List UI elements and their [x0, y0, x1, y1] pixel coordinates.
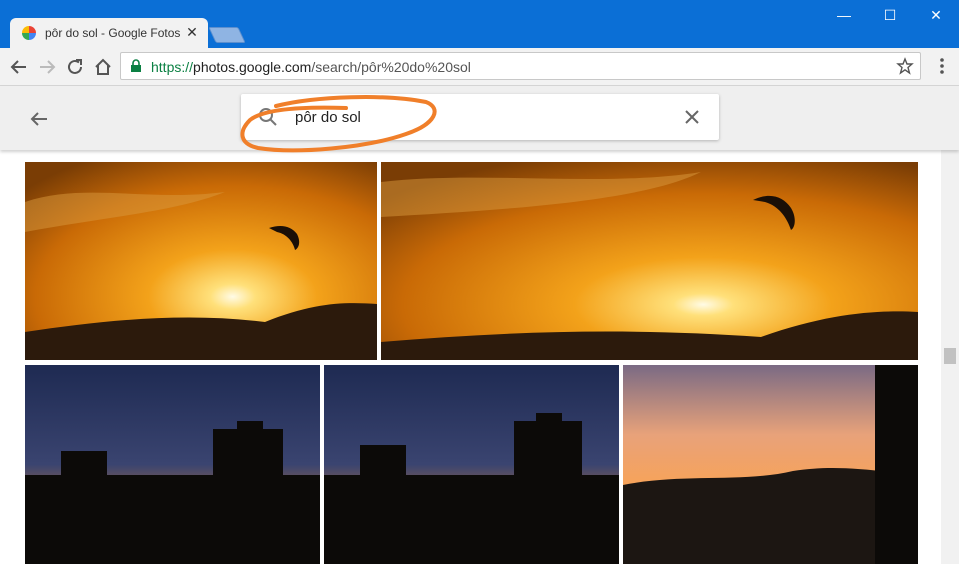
minimize-button[interactable]: —	[821, 0, 867, 30]
close-icon[interactable]	[681, 106, 703, 128]
photo-sunset-bird-1[interactable]	[25, 162, 377, 360]
url-scheme: https://	[151, 59, 194, 75]
lock-icon	[131, 59, 141, 72]
search-icon[interactable]	[257, 106, 279, 128]
back-icon[interactable]	[6, 54, 32, 80]
close-window-button[interactable]: ✕	[913, 0, 959, 30]
address-bar[interactable]: https://photos.google.com/search/pôr%20d…	[120, 52, 921, 80]
photo-sunset-bird-2[interactable]	[381, 162, 918, 360]
city-dusk-image	[25, 365, 320, 564]
reload-icon[interactable]	[62, 54, 88, 80]
page-scrollbar[interactable]	[941, 150, 959, 564]
browser-tab[interactable]: pôr do sol - Google Fotos ✕	[10, 18, 208, 48]
url-host: photos.google.com	[193, 59, 312, 75]
tab-close-button[interactable]: ✕	[184, 23, 200, 41]
new-tab-button[interactable]	[208, 27, 246, 43]
forward-icon[interactable]	[34, 54, 60, 80]
photo-grid	[0, 150, 959, 564]
search-box[interactable]	[241, 94, 719, 140]
maximize-button[interactable]: ☐	[867, 0, 913, 30]
sunset-bird-image	[25, 162, 377, 360]
arrow-back-icon[interactable]	[26, 106, 52, 132]
app-header	[0, 86, 959, 150]
window-titlebar: pôr do sol - Google Fotos ✕ — ☐ ✕	[0, 0, 959, 48]
photo-city-dusk-1[interactable]	[25, 365, 320, 564]
home-icon[interactable]	[90, 54, 116, 80]
browser-toolbar: https://photos.google.com/search/pôr%20d…	[0, 48, 959, 86]
url-text: https://photos.google.com/search/pôr%20d…	[151, 59, 471, 75]
url-path: /search/pôr%20do%20sol	[311, 59, 471, 75]
photo-hills-dusk[interactable]	[623, 365, 918, 564]
sunset-bird-image	[381, 162, 918, 360]
hills-dusk-image	[623, 365, 918, 564]
bookmark-star-icon[interactable]	[896, 57, 914, 75]
photo-city-dusk-2[interactable]	[324, 365, 619, 564]
search-input[interactable]	[295, 104, 655, 130]
google-photos-icon	[22, 26, 36, 40]
browser-menu-icon[interactable]	[935, 56, 949, 76]
scrollbar-thumb[interactable]	[944, 348, 956, 364]
city-dusk-image	[324, 365, 619, 564]
tab-title: pôr do sol - Google Fotos	[45, 26, 181, 40]
